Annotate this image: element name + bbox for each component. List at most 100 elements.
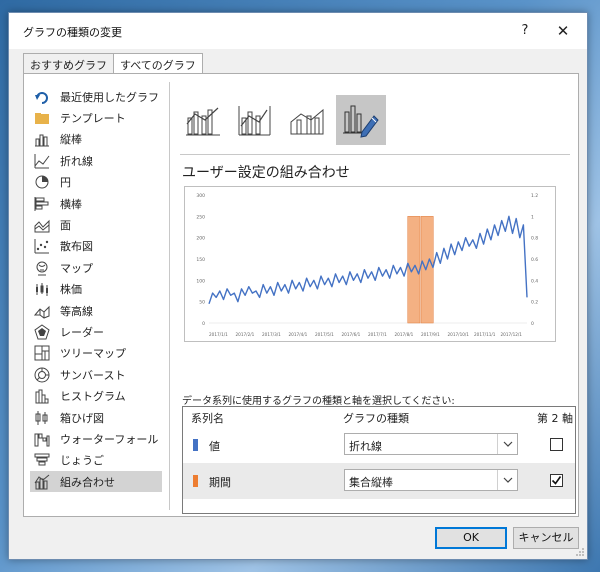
chart-type-item[interactable]: ツリーマップ	[30, 343, 162, 364]
chart-type-label: テンプレート	[60, 112, 126, 126]
tab-recommended[interactable]: おすすめグラフ	[23, 53, 114, 74]
subtype-stacked-area-column[interactable]	[284, 97, 330, 143]
y2-tick-label: 0.8	[531, 236, 538, 242]
folder-icon	[35, 113, 49, 125]
chart-type-item[interactable]: 最近使用したグラフ	[30, 86, 162, 107]
column-header-series-name: 系列名	[191, 412, 224, 425]
x-tick-label: 2017/2/1	[236, 332, 255, 337]
box-whisker-icon	[35, 410, 48, 425]
chart-type-item[interactable]: 横棒	[30, 193, 162, 214]
stacked-area-column-icon	[290, 108, 324, 135]
column-chart-icon	[35, 134, 49, 147]
chart-type-item[interactable]: 組み合わせ	[30, 471, 162, 493]
chart-type-item[interactable]: 面	[30, 214, 162, 235]
chart-type-item[interactable]: 箱ひげ図	[30, 407, 162, 428]
chart-type-item[interactable]: 円	[30, 172, 162, 193]
chart-type-dropdown[interactable]: 折れ線	[344, 433, 518, 455]
ok-button[interactable]: OK	[435, 527, 507, 549]
series-color-swatch	[193, 475, 198, 487]
subtype-custom-combo[interactable]	[336, 95, 386, 145]
clustered-column-line-icon	[186, 107, 220, 136]
chart-type-item[interactable]: マップ	[30, 257, 162, 278]
y-tick-label: 250	[196, 214, 205, 220]
chevron-down-icon[interactable]	[497, 470, 517, 490]
chart-type-label: 株価	[60, 283, 82, 297]
series-row: 値 折れ線	[183, 427, 575, 463]
y2-tick-label: 0.2	[531, 300, 538, 306]
chart-type-label: 最近使用したグラフ	[60, 90, 159, 104]
x-tick-label: 2017/10/1	[448, 332, 470, 337]
chart-type-item[interactable]: 散布図	[30, 236, 162, 257]
y-tick-label: 100	[196, 278, 205, 284]
funnel-icon	[34, 453, 50, 466]
y-tick-label: 200	[196, 236, 205, 242]
chart-type-label: 組み合わせ	[60, 475, 115, 489]
stock-chart-icon	[36, 283, 48, 297]
combo-chart-icon	[34, 474, 50, 490]
undo-icon	[35, 91, 48, 104]
chart-type-label: 折れ線	[60, 154, 93, 168]
check-icon	[551, 476, 562, 485]
chart-type-item[interactable]: 等高線	[30, 300, 162, 321]
x-tick-label: 2017/6/1	[342, 332, 361, 337]
map-icon	[36, 261, 48, 276]
tab-strip: おすすめグラフ すべてのグラフ	[23, 53, 203, 75]
chevron-down-icon[interactable]	[497, 434, 517, 454]
chart-type-item[interactable]: レーダー	[30, 321, 162, 342]
clustered-column-line-secondary-icon	[238, 106, 271, 136]
chart-type-dropdown[interactable]: 集合縦棒	[344, 469, 518, 491]
chart-type-label: 散布図	[60, 240, 93, 254]
chart-type-item[interactable]: 折れ線	[30, 150, 162, 171]
chart-type-item[interactable]: サンバースト	[30, 364, 162, 385]
radar-chart-icon	[34, 324, 50, 340]
y2-tick-label: 1	[531, 214, 534, 220]
y2-tick-label: 1.2	[531, 193, 538, 199]
chart-type-label: 横棒	[60, 197, 82, 211]
x-tick-label: 2017/4/1	[289, 332, 308, 337]
chart-type-item[interactable]: じょうご	[30, 450, 162, 471]
chart-type-label: 円	[60, 176, 71, 190]
divider	[169, 82, 170, 510]
series-row: 期間 集合縦棒	[183, 463, 575, 499]
chart-type-item[interactable]: ヒストグラム	[30, 385, 162, 406]
chart-type-label: 箱ひげ図	[60, 411, 104, 425]
x-tick-label: 2017/8/1	[395, 332, 414, 337]
area-chart-icon	[34, 219, 50, 233]
series-instruction: データ系列に使用するグラフの種類と軸を選択してください:	[182, 396, 455, 407]
tab-all-charts[interactable]: すべてのグラフ	[113, 53, 203, 75]
chart-type-label: ヒストグラム	[60, 390, 126, 404]
series-name: 期間	[209, 476, 231, 489]
chart-type-label: 縦棒	[60, 133, 82, 147]
secondary-axis-checkbox[interactable]	[550, 438, 563, 451]
bar-mark	[407, 216, 421, 324]
dropdown-value: 集合縦棒	[349, 476, 393, 489]
chart-type-label: レーダー	[60, 325, 104, 339]
close-button[interactable]: ✕	[545, 19, 581, 43]
cancel-button[interactable]: キャンセル	[513, 527, 579, 549]
line-series	[208, 215, 528, 305]
subtype-clustered-column-line[interactable]	[180, 97, 226, 143]
chart-type-item[interactable]: 縦棒	[30, 129, 162, 150]
y-tick-label: 150	[196, 257, 205, 263]
secondary-axis-checkbox-checked[interactable]	[550, 474, 563, 487]
y2-tick-label: 0.6	[531, 257, 538, 263]
scatter-chart-icon	[34, 239, 49, 254]
series-table: 系列名 グラフの種類 第 2 軸 値 折れ線 期間 集合縦棒	[182, 406, 576, 514]
surface-chart-icon	[34, 305, 50, 319]
line-chart-icon	[34, 153, 50, 169]
y-tick-label: 0	[202, 321, 205, 327]
chart-type-label: 面	[60, 219, 71, 233]
histogram-icon	[35, 389, 49, 404]
sunburst-icon	[34, 367, 50, 383]
waterfall-icon	[34, 433, 50, 447]
chart-type-label: サンバースト	[60, 368, 126, 382]
chart-type-item[interactable]: ウォーターフォール	[30, 428, 162, 449]
pie-chart-icon	[35, 175, 49, 189]
y2-tick-label: 0	[531, 321, 534, 327]
help-button[interactable]: ?	[511, 19, 539, 43]
resize-grip-icon[interactable]	[575, 547, 585, 557]
change-chart-type-dialog: グラフの種類の変更 ? ✕ おすすめグラフ すべてのグラフ 最近使用したグラフテ…	[8, 12, 588, 560]
subtype-clustered-column-line-secondary[interactable]	[232, 97, 278, 143]
chart-type-item[interactable]: 株価	[30, 279, 162, 300]
chart-type-item[interactable]: テンプレート	[30, 107, 162, 128]
